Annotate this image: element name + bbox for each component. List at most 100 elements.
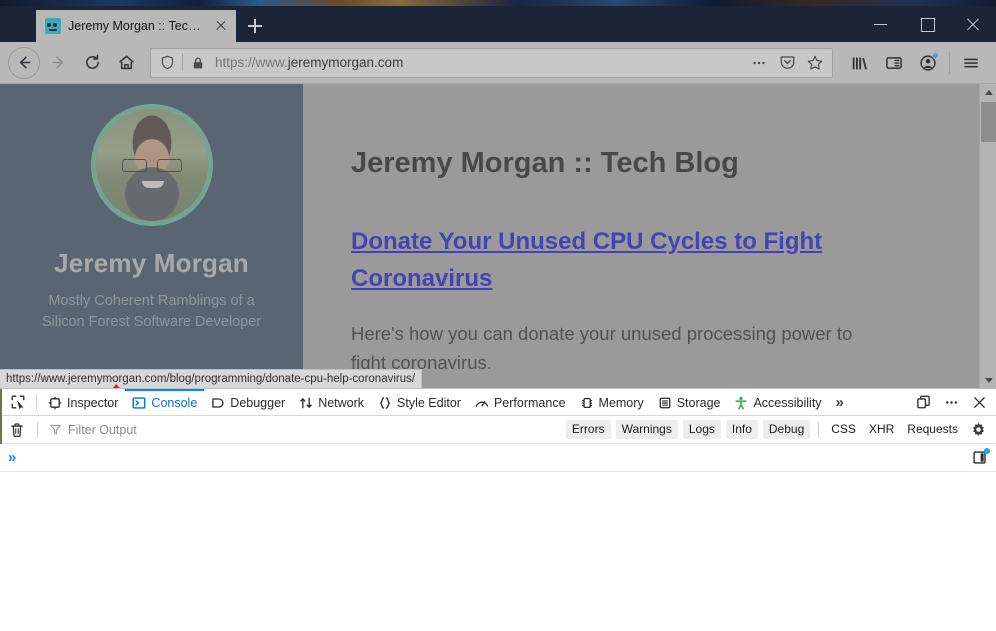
post-excerpt: Here's how you can donate your unused pr… <box>351 320 911 377</box>
site-sidebar: Jeremy Morgan Mostly Coherent Ramblings … <box>0 84 303 388</box>
toolbar-divider <box>36 394 37 410</box>
filter-info-button[interactable]: Info <box>726 420 758 439</box>
window-controls <box>858 6 996 42</box>
hamburger-menu-icon[interactable] <box>954 47 988 79</box>
account-notification-dot <box>932 52 939 59</box>
site-tagline: Mostly Coherent Ramblings of a Silicon F… <box>42 291 261 333</box>
tab-label: Memory <box>599 396 644 410</box>
open-editor-icon[interactable] <box>968 447 990 469</box>
navigation-toolbar: https://www.jeremymorgan.com <box>0 42 996 84</box>
page-actions-icon[interactable] <box>746 50 772 76</box>
tab-label: Network <box>318 396 364 410</box>
devtools-close-icon[interactable] <box>966 389 992 415</box>
url-actions <box>746 50 828 76</box>
toolbar-divider <box>949 52 950 74</box>
devtools-toolbar-right <box>910 389 996 415</box>
filter-logs-button[interactable]: Logs <box>683 420 721 439</box>
devtools-overflow-button[interactable]: » <box>829 389 851 415</box>
tab-console[interactable]: Console <box>125 389 204 415</box>
console-input-row[interactable]: » <box>0 444 996 472</box>
filter-xhr-button[interactable]: XHR <box>865 420 898 439</box>
console-filter-input[interactable]: Filter Output <box>45 423 562 437</box>
element-picker-icon[interactable] <box>4 389 32 415</box>
url-scheme: https://www. <box>215 55 288 70</box>
tab-label: Inspector <box>67 396 118 410</box>
url-domain: jeremymorgan.com <box>288 55 404 70</box>
post-excerpt-line2: fight coronavirus. <box>351 349 911 378</box>
maximize-button[interactable] <box>904 6 950 42</box>
filter-icon <box>49 423 62 436</box>
filter-css-button[interactable]: CSS <box>827 420 860 439</box>
screenshot-root: Jeremy Morgan :: Tech Blog <box>0 0 996 631</box>
close-icon[interactable] <box>212 17 230 35</box>
scroll-down-icon[interactable] <box>980 371 996 388</box>
reload-icon[interactable] <box>76 47 108 79</box>
post-excerpt-line1: Here's how you can donate your unused pr… <box>351 320 911 349</box>
devtools-options-icon[interactable] <box>938 389 964 415</box>
editor-notification-dot <box>984 448 990 454</box>
filter-errors-button[interactable]: Errors <box>566 420 611 439</box>
developer-tools-panel: Inspector Console Debugger Network <box>0 388 996 631</box>
filter-debug-button[interactable]: Debug <box>763 420 810 439</box>
console-filter-pills: Errors Warnings Logs Info Debug CSS XHR … <box>566 420 962 439</box>
filter-warnings-button[interactable]: Warnings <box>616 420 678 439</box>
tab-storage[interactable]: Storage <box>651 389 728 415</box>
page-content: Jeremy Morgan :: Tech Blog Donate Your U… <box>303 84 996 388</box>
url-text[interactable]: https://www.jeremymorgan.com <box>213 55 741 70</box>
tab-accessibility[interactable]: Accessibility <box>727 389 828 415</box>
tab-label: Storage <box>677 396 721 410</box>
tab-performance[interactable]: Performance <box>468 389 573 415</box>
close-window-button[interactable] <box>950 6 996 42</box>
tab-label: Accessibility <box>753 396 821 410</box>
browser-tab[interactable]: Jeremy Morgan :: Tech Blog <box>36 10 236 42</box>
dock-toggle-icon[interactable] <box>910 389 936 415</box>
account-icon[interactable] <box>911 47 945 79</box>
console-prompt: » <box>8 450 16 465</box>
avatar-smile <box>142 181 164 188</box>
tab-bar: Jeremy Morgan :: Tech Blog <box>0 6 996 42</box>
library-icon[interactable] <box>843 47 877 79</box>
tab-title: Jeremy Morgan :: Tech Blog <box>68 19 205 33</box>
console-filter-bar: Filter Output Errors Warnings Logs Info … <box>0 416 996 444</box>
avatar <box>91 104 213 226</box>
bookmark-star-icon[interactable] <box>802 50 828 76</box>
shield-icon[interactable] <box>157 53 177 73</box>
tab-memory[interactable]: Memory <box>573 389 651 415</box>
status-bar-url: https://www.jeremymorgan.com/blog/progra… <box>0 369 422 388</box>
toolbar-right-buttons <box>843 47 988 79</box>
scroll-up-icon[interactable] <box>980 84 996 101</box>
tab-inspector[interactable]: Inspector <box>41 389 125 415</box>
new-tab-button[interactable] <box>240 11 270 41</box>
lock-icon[interactable] <box>188 53 208 73</box>
tab-style-editor[interactable]: Style Editor <box>371 389 468 415</box>
scrollbar-thumb[interactable] <box>981 102 996 142</box>
site-author-name: Jeremy Morgan <box>54 248 249 279</box>
site-favicon <box>45 18 61 34</box>
tab-label: Console <box>151 396 197 410</box>
page-scrollbar[interactable] <box>979 84 996 388</box>
pocket-icon[interactable] <box>774 50 800 76</box>
post-title-link[interactable]: Donate Your Unused CPU Cycles to Fight C… <box>351 223 851 297</box>
glasses-icon <box>122 159 182 170</box>
filter-placeholder: Filter Output <box>68 423 137 437</box>
firefox-browser-window: Jeremy Morgan :: Tech Blog <box>0 6 996 631</box>
trash-icon[interactable] <box>4 417 30 443</box>
tab-label: Debugger <box>230 396 285 410</box>
tab-debugger[interactable]: Debugger <box>204 389 292 415</box>
filterbar-divider <box>37 422 38 438</box>
filter-requests-button[interactable]: Requests <box>903 420 962 439</box>
page-viewport: Jeremy Morgan Mostly Coherent Ramblings … <box>0 84 996 388</box>
devtools-tab-list: Inspector Console Debugger Network <box>41 389 910 415</box>
home-icon[interactable] <box>110 47 142 79</box>
tab-network[interactable]: Network <box>292 389 371 415</box>
tab-label: Style Editor <box>397 396 461 410</box>
minimize-button[interactable] <box>858 6 904 42</box>
site-tagline-line2: Silicon Forest Software Developer <box>42 312 261 333</box>
sidebars-icon[interactable] <box>877 47 911 79</box>
tab-label: Performance <box>494 396 566 410</box>
console-output-area[interactable]: » <box>0 444 996 631</box>
gear-icon[interactable] <box>966 418 990 442</box>
url-divider <box>182 54 183 71</box>
back-arrow-icon[interactable] <box>8 47 40 79</box>
address-bar[interactable]: https://www.jeremymorgan.com <box>150 48 833 78</box>
